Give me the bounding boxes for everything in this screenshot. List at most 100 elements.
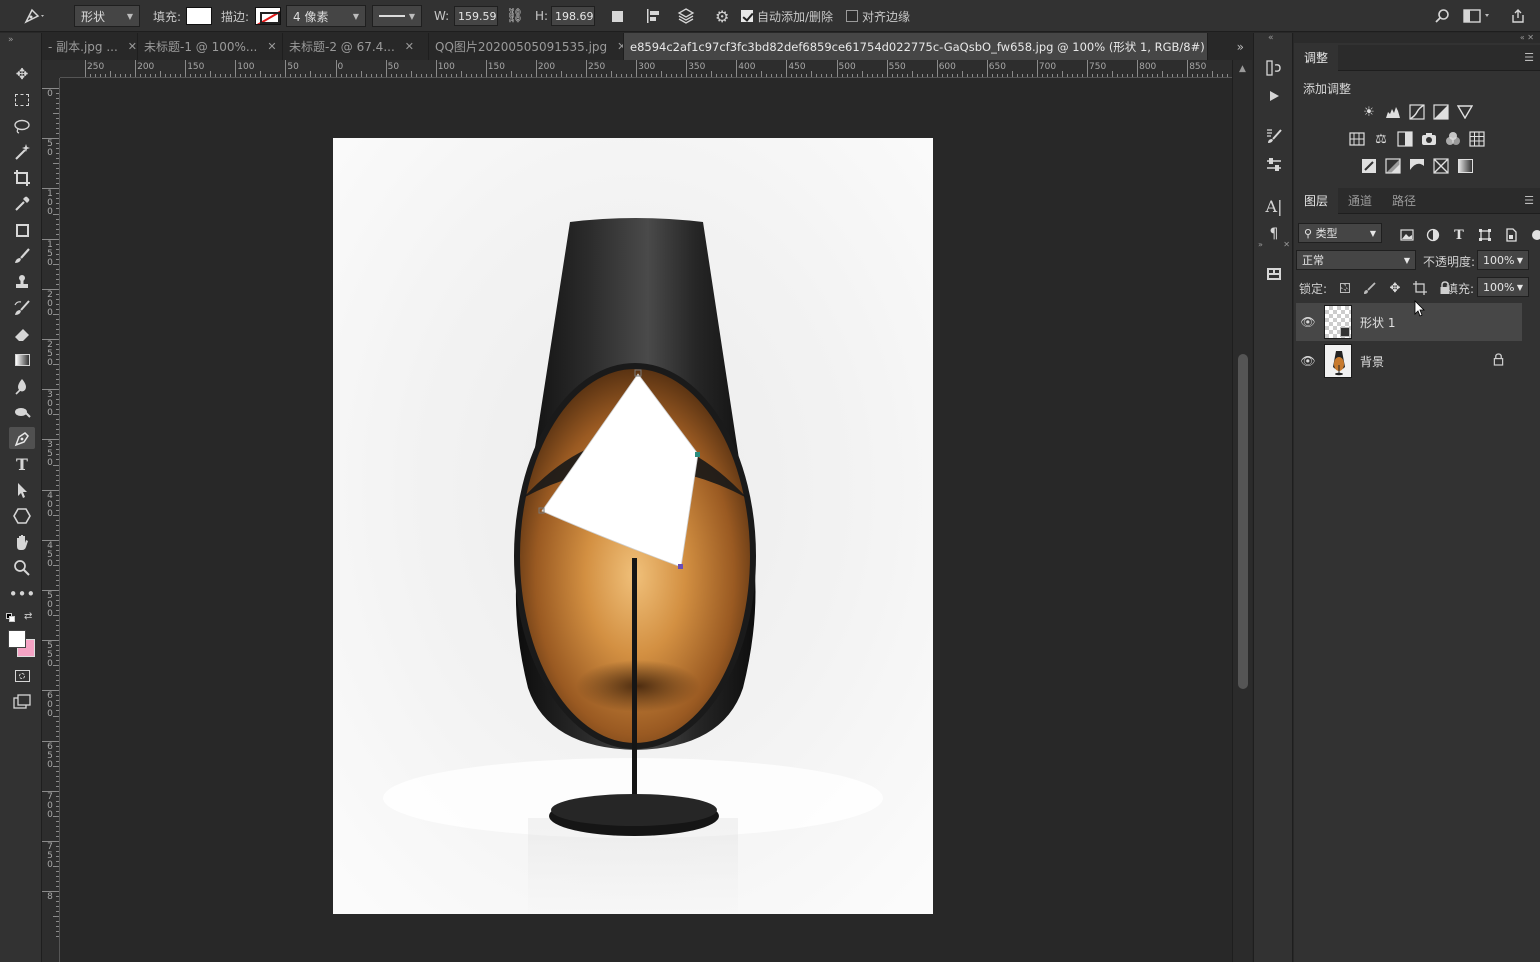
dodge-tool-icon[interactable]: [9, 401, 35, 423]
visibility-eye-icon[interactable]: 👁: [1296, 354, 1320, 368]
tab-paths[interactable]: 路径: [1382, 188, 1426, 214]
tab-channels[interactable]: 通道: [1338, 188, 1382, 214]
tab-document-4[interactable]: QQ图片20200505091535.jpg ✕: [429, 33, 624, 60]
gear-icon[interactable]: ⚙: [715, 5, 729, 27]
align-edges-checkbox[interactable]: [846, 10, 858, 22]
channel-mixer-icon[interactable]: [1444, 130, 1462, 148]
path-arrangement-icon[interactable]: [677, 5, 695, 27]
actions-play-icon[interactable]: [1262, 85, 1286, 107]
path-selection-icon[interactable]: [9, 479, 35, 501]
default-colors-icon[interactable]: [6, 613, 15, 622]
levels-icon[interactable]: [1384, 103, 1402, 121]
posterize-icon[interactable]: [1384, 157, 1402, 175]
layer-name[interactable]: 形状 1: [1360, 314, 1522, 331]
shape-filter-icon[interactable]: [1476, 226, 1494, 244]
scroll-up-icon[interactable]: ▲: [1239, 64, 1246, 74]
document-canvas[interactable]: [333, 138, 933, 914]
zoom-tool-icon[interactable]: [9, 557, 35, 579]
stroke-type-select[interactable]: ▼: [372, 5, 422, 27]
brush-settings-icon[interactable]: [1262, 125, 1286, 147]
shape-mode-select[interactable]: 形状 ▼: [74, 5, 140, 27]
stroke-width-select[interactable]: 4 像素 ▼: [286, 5, 366, 27]
blur-tool-icon[interactable]: [9, 375, 35, 397]
foreground-color-swatch[interactable]: [8, 630, 26, 648]
blend-mode-select[interactable]: 正常 ▼: [1296, 250, 1416, 270]
close-icon[interactable]: ✕: [128, 40, 137, 53]
character-panel-icon[interactable]: A|: [1262, 195, 1286, 217]
brightness-icon[interactable]: ☀: [1360, 103, 1378, 121]
search-icon[interactable]: [1434, 5, 1450, 27]
tab-adjustments[interactable]: 调整: [1294, 44, 1339, 71]
history-brush-icon[interactable]: [9, 297, 35, 319]
frame-tool-icon[interactable]: [9, 219, 35, 241]
layer-name[interactable]: 背景: [1360, 353, 1493, 370]
gradient-tool-icon[interactable]: [9, 349, 35, 371]
tab-document-active[interactable]: e8594c2af1c97cf3fc3bd82def6859ce61754d02…: [624, 33, 1208, 60]
crop-tool-icon[interactable]: [9, 167, 35, 189]
invert-icon[interactable]: [1360, 157, 1378, 175]
opacity-field[interactable]: 100% ▼: [1477, 250, 1529, 270]
dock-group-controls[interactable]: » ✕: [1258, 240, 1290, 250]
quick-mask-icon[interactable]: [9, 665, 35, 687]
selective-color-icon[interactable]: [1432, 157, 1450, 175]
libraries-panel-icon[interactable]: [1262, 263, 1286, 285]
vertical-scrollbar[interactable]: ▲: [1232, 60, 1252, 962]
bw-icon[interactable]: [1396, 130, 1414, 148]
layer-filter-select[interactable]: ⚲ 类型 ▼: [1298, 223, 1382, 243]
lasso-tool-icon[interactable]: [9, 115, 35, 137]
smart-object-filter-icon[interactable]: [1502, 226, 1520, 244]
width-field[interactable]: 159.59: [454, 6, 498, 26]
pen-tool-icon[interactable]: [9, 427, 35, 449]
history-panel-icon[interactable]: [1262, 57, 1286, 79]
link-icon[interactable]: ⛓: [506, 5, 524, 27]
type-tool-icon[interactable]: T: [9, 453, 35, 475]
vibrance-icon[interactable]: [1456, 103, 1474, 121]
layer-row-background[interactable]: 👁 背景: [1296, 342, 1522, 380]
collapse-icon[interactable]: »: [8, 35, 14, 45]
properties-panel-icon[interactable]: [1262, 154, 1286, 176]
lock-transparent-icon[interactable]: [1336, 279, 1354, 297]
hsl-icon[interactable]: [1348, 130, 1366, 148]
gradient-map-icon[interactable]: [1456, 157, 1474, 175]
fill-swatch[interactable]: [186, 7, 212, 25]
marquee-tool-icon[interactable]: [9, 89, 35, 111]
close-icon[interactable]: ✕: [405, 40, 414, 53]
pen-tool-preset-icon[interactable]: [22, 5, 46, 27]
move-tool-icon[interactable]: ✥: [9, 63, 35, 85]
auto-add-delete-checkbox[interactable]: [741, 10, 753, 22]
align-edges-option[interactable]: 对齐边缘: [846, 5, 910, 27]
panel-menu-icon[interactable]: ☰: [1524, 194, 1534, 207]
color-lookup-icon[interactable]: [1468, 130, 1486, 148]
tab-document-2[interactable]: 未标题-1 @ 100%... ✕: [138, 33, 283, 60]
adjustment-filter-icon[interactable]: [1424, 226, 1442, 244]
eyedropper-icon[interactable]: [9, 193, 35, 215]
panel-menu-icon[interactable]: ☰: [1524, 51, 1534, 64]
screen-mode-icon[interactable]: [9, 691, 35, 713]
stroke-swatch[interactable]: [255, 7, 281, 25]
auto-add-delete-option[interactable]: 自动添加/删除: [741, 5, 833, 27]
brush-tool-icon[interactable]: [9, 245, 35, 267]
tab-layers[interactable]: 图层: [1294, 187, 1339, 214]
pixel-filter-icon[interactable]: [1398, 226, 1416, 244]
close-icon[interactable]: ✕: [617, 40, 623, 53]
tab-document-3[interactable]: 未标题-2 @ 67.4... ✕: [283, 33, 429, 60]
eraser-tool-icon[interactable]: [9, 323, 35, 345]
lock-pixels-icon[interactable]: [1361, 279, 1379, 297]
height-field[interactable]: 198.69: [551, 6, 595, 26]
lock-position-icon[interactable]: ✥: [1386, 279, 1404, 297]
layer-row-shape-1[interactable]: 👁 形状 1: [1296, 303, 1522, 341]
close-icon[interactable]: ✕: [267, 40, 276, 53]
more-tools-icon[interactable]: •••: [9, 583, 36, 605]
lock-artboard-icon[interactable]: [1411, 279, 1429, 297]
type-filter-icon[interactable]: T: [1450, 226, 1468, 244]
panel-group-controls[interactable]: « ✕: [1294, 33, 1540, 43]
tab-document-1[interactable]: - 副本.jpg ... ✕: [42, 33, 138, 60]
color-balance-icon[interactable]: ⚖: [1372, 130, 1390, 148]
scrollbar-thumb[interactable]: [1238, 354, 1248, 689]
magic-wand-icon[interactable]: [9, 141, 35, 163]
photo-filter-icon[interactable]: [1420, 130, 1438, 148]
path-operations-icon[interactable]: [612, 5, 623, 27]
threshold-icon[interactable]: [1408, 157, 1426, 175]
stamp-tool-icon[interactable]: [9, 271, 35, 293]
fill-field[interactable]: 100% ▼: [1477, 277, 1529, 297]
